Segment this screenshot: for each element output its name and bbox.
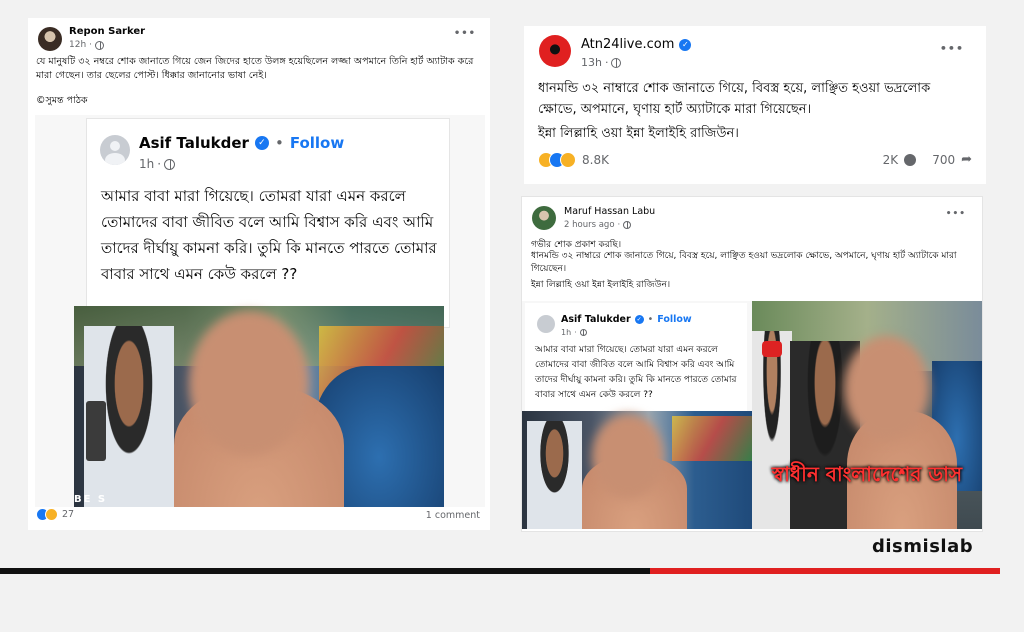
repon-avatar[interactable] — [38, 27, 62, 51]
shared-screenshot[interactable]: Asif Talukder ✓ • Follow 1h · আমার বাবা … — [35, 115, 485, 507]
shared-time: 1h — [139, 157, 155, 171]
shared-photo: BE S — [74, 306, 444, 507]
more-options-icon[interactable]: ••• — [940, 42, 964, 55]
more-options-icon[interactable]: ••• — [454, 28, 476, 39]
post-meta: 12h · — [69, 40, 105, 50]
more-options-icon[interactable]: ••• — [946, 209, 966, 219]
shared-body-text: আমার বাবা মারা গিয়েছে। তোমরা যারা এমন ক… — [535, 345, 737, 400]
shared-meta: 1h · — [139, 157, 176, 171]
globe-icon — [611, 57, 622, 68]
photo-caption: স্বাধীন বাংলাদেশের ডাস — [771, 462, 963, 486]
reaction-bar: 8.8K — [538, 152, 609, 168]
post-time[interactable]: 13h — [581, 56, 602, 69]
verified-icon: ✓ — [254, 136, 269, 150]
divider-black — [0, 568, 650, 574]
post-credit-text: ©সুমন্ত পাঠক — [36, 95, 88, 106]
globe-icon — [579, 329, 587, 336]
shared-author-name: Asif Talukder — [139, 134, 249, 152]
shared-photo — [522, 411, 752, 529]
post-body-text: যে মানুষটি ৩২ নম্বরে শোক জানাতে গিয়ে জে… — [36, 56, 474, 81]
reaction-bar: 27 — [36, 508, 74, 521]
follow-button: Follow — [289, 134, 345, 152]
globe-icon — [164, 158, 176, 170]
atn-avatar[interactable] — [539, 35, 571, 67]
share-icon: ➦ — [961, 152, 972, 167]
comment-icon — [904, 153, 917, 166]
post-time[interactable]: 12h — [69, 40, 86, 50]
post-meta: 2 hours ago · — [564, 220, 632, 230]
share-count[interactable]: 700 — [932, 153, 955, 167]
shared-body-text: আমার বাবা মারা গিয়েছে। তোমরা যারা এমন ক… — [101, 187, 437, 283]
follow-button: Follow — [657, 314, 692, 325]
separator-dot: • — [274, 134, 284, 152]
shared-avatar — [100, 135, 130, 165]
post-meta: 13h · — [581, 56, 622, 69]
reaction-count[interactable]: 8.8K — [582, 153, 609, 167]
post-time[interactable]: 2 hours ago — [564, 220, 615, 230]
maruf-post-card: Maruf Hassan Labu 2 hours ago · ••• গভীর… — [521, 196, 983, 532]
post-body-text: ধানমন্ডি ৩২ নাম্বারে শোক জানাতে গিয়ে, ব… — [538, 81, 931, 117]
comment-count[interactable]: 1 comment — [426, 510, 480, 521]
post-author-name[interactable]: Repon Sarker — [69, 26, 145, 37]
post-body-text-2: ধানমন্ডি ৩২ নাম্বারে শোক জানাতে গিয়ে, ব… — [531, 251, 957, 274]
divider-red — [650, 568, 1000, 574]
left-post-card: Repon Sarker 12h · ••• যে মানুষটি ৩২ নম্… — [28, 18, 490, 530]
shared-meta: 1h · — [561, 328, 587, 337]
separator-dot: • — [647, 314, 654, 325]
engagement-counts: 2K 700 ➦ — [883, 152, 972, 167]
verified-icon: ✓ — [679, 38, 692, 51]
shared-screenshot[interactable]: Asif Talukder ✓ • Follow 1h · আমার বাবা … — [522, 301, 752, 529]
post-author-name[interactable]: Maruf Hassan Labu — [564, 206, 655, 217]
shared-time: 1h — [561, 328, 572, 337]
maruf-avatar[interactable] — [532, 206, 556, 230]
comment-count[interactable]: 2K — [883, 153, 899, 167]
shared-avatar — [537, 315, 555, 333]
globe-icon — [95, 40, 105, 50]
reaction-count[interactable]: 27 — [62, 509, 74, 520]
verified-icon: ✓ — [634, 315, 644, 324]
protest-photo[interactable]: স্বাধীন বাংলাদেশের ডাস — [752, 301, 982, 529]
post-body-text-2: ইন্না লিল্লাহি ওয়া ইন্না ইলাইহি রাজিউন। — [538, 126, 739, 141]
sad-icon — [45, 508, 58, 521]
post-body-text-3: ইন্না লিল্লাহি ওয়া ইন্না ইলাইহি রাজিউন। — [531, 280, 671, 290]
globe-icon — [623, 221, 632, 229]
shared-author-name: Asif Talukder — [561, 314, 631, 325]
post-author-name[interactable]: Atn24live.com — [581, 37, 674, 52]
brand-logo: dismislab — [872, 536, 974, 557]
atn-post-card: Atn24live.com ✓ 13h · ••• ধানমন্ডি ৩২ না… — [524, 26, 986, 184]
haha-icon — [560, 152, 576, 168]
